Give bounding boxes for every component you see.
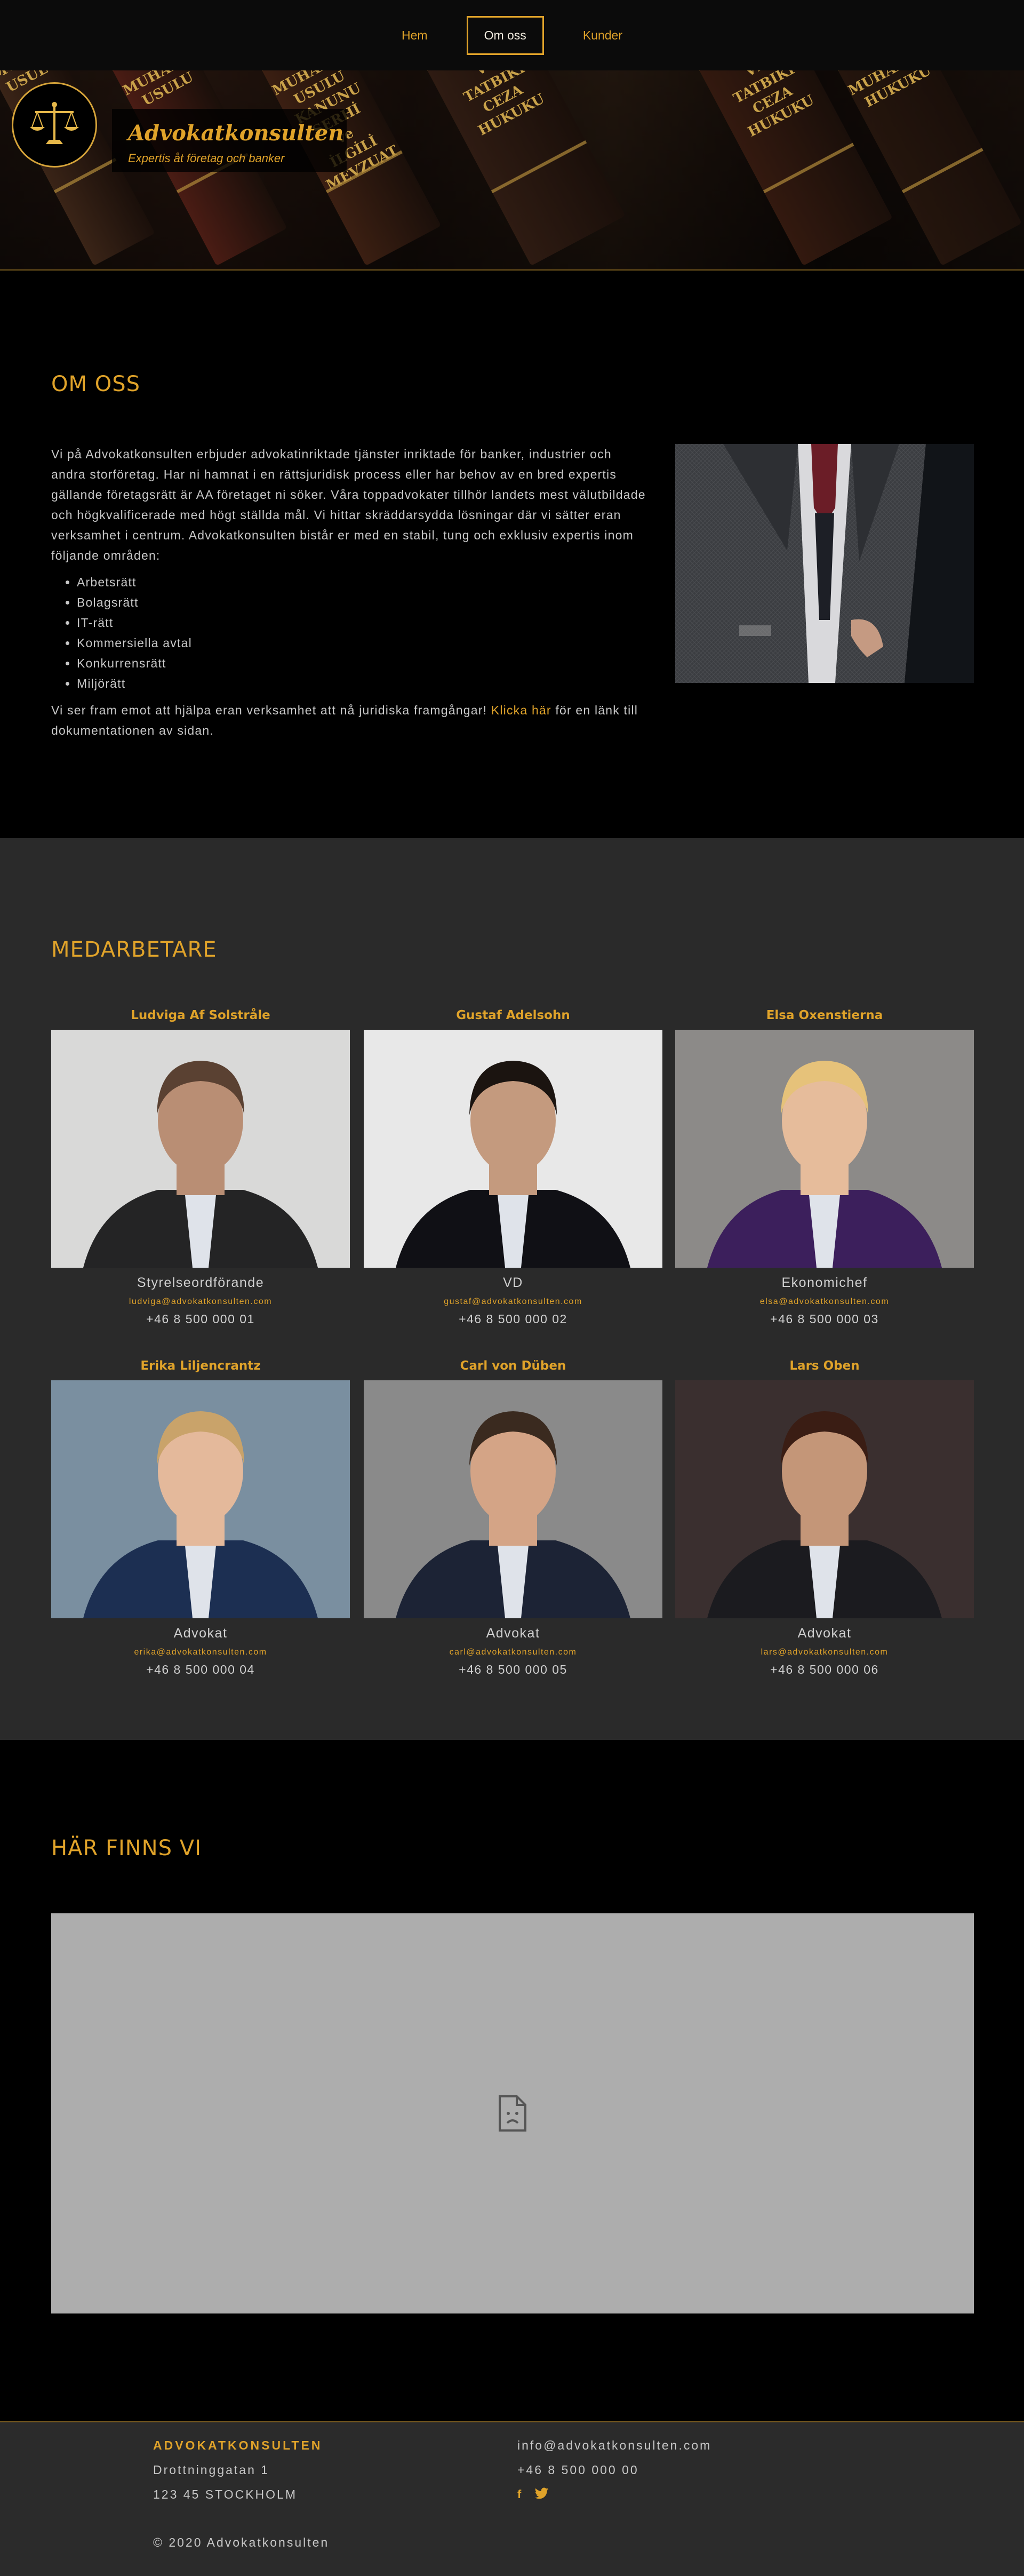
staff-portrait xyxy=(364,1030,662,1268)
facebook-icon[interactable]: f xyxy=(517,2487,521,2502)
nav-about-link[interactable]: Om oss xyxy=(466,15,544,55)
staff-email-link[interactable]: carl@advokatkonsulten.com xyxy=(450,1648,577,1657)
twitter-icon[interactable] xyxy=(535,2487,549,2502)
staff-card: Erika Liljencrantz Advokat erika@advokatko… xyxy=(51,1359,350,1677)
expertise-item: Konkurrensrätt xyxy=(77,653,650,673)
logo-scales-icon[interactable] xyxy=(12,82,97,168)
staff-phone: +46 8 500 000 03 xyxy=(770,1312,879,1326)
expertise-list: ArbetsrättBolagsrättIT-rättKommersiella … xyxy=(51,572,650,694)
book-spine: NAZARIVETATBIKICEZAHUKUKU xyxy=(416,70,626,266)
staff-email-link[interactable]: erika@advokatkonsulten.com xyxy=(134,1648,267,1657)
staff-role: Advokat xyxy=(173,1626,228,1641)
staff-name: Carl von Düben xyxy=(460,1359,566,1373)
about-intro: Vi på Advokatkonsulten erbjuder advokati… xyxy=(51,447,646,562)
footer-copyright: © 2020 Advokatkonsulten xyxy=(153,2535,330,2549)
footer-phone[interactable]: +46 8 500 000 00 xyxy=(517,2463,639,2477)
site-footer: ADVOKATKONSULTEN Drottninggatan 1 123 45… xyxy=(0,2421,1024,2576)
staff-phone: +46 8 500 000 05 xyxy=(459,1663,567,1676)
staff-role: Advokat xyxy=(486,1626,540,1641)
staff-portrait xyxy=(675,1380,974,1618)
staff-name: Ludviga Af Solstråle xyxy=(131,1008,270,1022)
brand-name[interactable]: Advokatkonsulten xyxy=(128,121,343,146)
broken-document-icon xyxy=(499,2095,526,2132)
nav-home-link[interactable]: Hem xyxy=(384,16,445,55)
about-heading: OM OSS xyxy=(51,372,140,396)
footer-social: f xyxy=(517,2487,549,2502)
location-section: HÄR FINNS VI xyxy=(0,1740,1024,2421)
book-band xyxy=(491,140,587,194)
staff-card: Gustaf Adelsohn VD gustaf@advokatkonsulten… xyxy=(364,1008,662,1326)
nav-clients-link[interactable]: Kunder xyxy=(565,16,640,55)
brand-panel: Advokatkonsulten Expertis åt företag och… xyxy=(112,109,347,172)
expertise-item: Bolagsrätt xyxy=(77,592,650,613)
top-navigation: Hem Om oss Kunder xyxy=(0,0,1024,70)
staff-role: VD xyxy=(503,1275,523,1290)
staff-phone: +46 8 500 000 04 xyxy=(146,1663,255,1676)
staff-section: MEDARBETARE Ludviga Af Solstråle Styrelse… xyxy=(0,838,1024,1740)
staff-email-link[interactable]: elsa@advokatkonsulten.com xyxy=(760,1297,889,1307)
staff-name: Erika Liljencrantz xyxy=(140,1359,261,1373)
staff-email-link[interactable]: ludviga@advokatkonsulten.com xyxy=(129,1297,272,1307)
staff-card: Ludviga Af Solstråle Styrelseordförande lu… xyxy=(51,1008,350,1326)
staff-name: Elsa Oxenstierna xyxy=(766,1008,883,1022)
expertise-item: Arbetsrätt xyxy=(77,572,650,592)
brand-tagline: Expertis åt företag och banker xyxy=(128,152,285,165)
staff-portrait xyxy=(675,1030,974,1268)
staff-heading: MEDARBETARE xyxy=(51,937,217,962)
expertise-item: Kommersiella avtal xyxy=(77,633,650,653)
book-band xyxy=(763,142,854,194)
book-band xyxy=(901,148,983,194)
about-text: Vi på Advokatkonsulten erbjuder advokati… xyxy=(51,444,650,741)
footer-email[interactable]: info@advokatkonsulten.com xyxy=(517,2438,711,2453)
about-outro: Vi ser fram emot att hjälpa eran verksam… xyxy=(51,700,650,741)
footer-city: 123 45 STOCKHOLM xyxy=(153,2487,298,2501)
staff-role: Ekonomichef xyxy=(781,1275,868,1290)
staff-portrait xyxy=(51,1030,350,1268)
staff-email-link[interactable]: gustaf@advokatkonsulten.com xyxy=(444,1297,582,1307)
suit-photo xyxy=(675,444,974,683)
map-embed[interactable] xyxy=(51,1913,974,2313)
hero-banner: MUHAKEMELERIUSULUCEZAMUHAKEMELERIUSULUCE… xyxy=(0,70,1024,271)
staff-card: Elsa Oxenstierna Ekonomichef elsa@advokatk… xyxy=(675,1008,974,1326)
documentation-link[interactable]: Klicka här xyxy=(491,703,551,717)
expertise-item: Miljörätt xyxy=(77,673,650,694)
footer-street: Drottninggatan 1 xyxy=(153,2463,270,2477)
staff-phone: +46 8 500 000 01 xyxy=(146,1312,255,1326)
staff-role: Styrelseordförande xyxy=(137,1275,265,1290)
staff-email-link[interactable]: lars@advokatkonsulten.com xyxy=(761,1648,889,1657)
staff-portrait xyxy=(364,1380,662,1618)
expertise-item: IT-rätt xyxy=(77,613,650,633)
staff-card: Lars Oben Advokat lars@advokatkonsulten.co… xyxy=(675,1359,974,1677)
footer-brand: ADVOKATKONSULTEN xyxy=(153,2438,323,2452)
about-section: OM OSS Vi på Advokatkonsulten erbjuder a… xyxy=(0,271,1024,838)
staff-portrait xyxy=(51,1380,350,1618)
staff-name: Lars Oben xyxy=(789,1359,860,1373)
location-heading: HÄR FINNS VI xyxy=(51,1836,202,1861)
staff-name: Gustaf Adelsohn xyxy=(456,1008,570,1022)
staff-card: Carl von Düben Advokat carl@advokatkonsult… xyxy=(364,1359,662,1677)
staff-phone: +46 8 500 000 06 xyxy=(770,1663,879,1676)
staff-role: Advokat xyxy=(797,1626,852,1641)
about-outro-text: Vi ser fram emot att hjälpa eran verksam… xyxy=(51,703,487,717)
staff-phone: +46 8 500 000 02 xyxy=(459,1312,567,1326)
